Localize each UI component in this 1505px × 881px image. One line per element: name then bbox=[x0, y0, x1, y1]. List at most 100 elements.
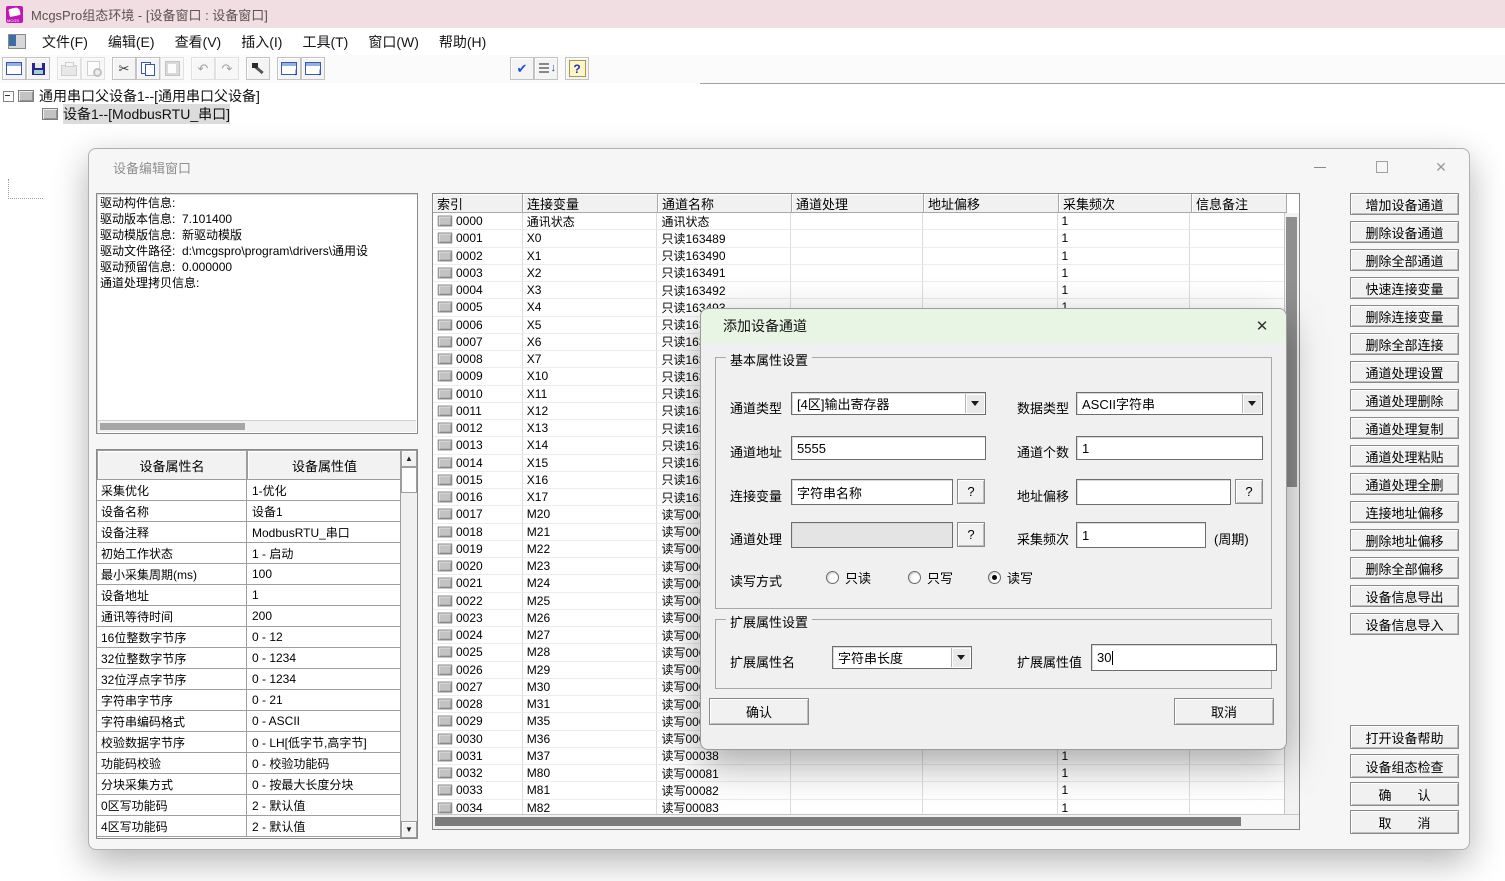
scroll-down-button[interactable]: ▼ bbox=[401, 821, 417, 838]
address-offset-help-button[interactable]: ? bbox=[1235, 479, 1263, 504]
confirm-button[interactable]: 确 认 bbox=[1350, 782, 1459, 806]
channel-row[interactable]: 0033M81读写000821 bbox=[433, 782, 1285, 799]
minimize-button[interactable] bbox=[1305, 155, 1335, 179]
property-value[interactable]: 200 bbox=[247, 609, 402, 623]
side-button-14[interactable]: 设备信息导出 bbox=[1350, 585, 1459, 607]
menu-item-4[interactable]: 工具(T) bbox=[292, 29, 358, 55]
channel-row[interactable]: 0031M37读写000381 bbox=[433, 748, 1285, 765]
channel-column-header[interactable]: 连接变量 bbox=[523, 194, 658, 213]
property-row[interactable]: 设备地址1 bbox=[97, 585, 402, 606]
maximize-button[interactable] bbox=[1367, 155, 1397, 179]
tree-item-label[interactable]: 通用串口父设备1--[通用串口父设备] bbox=[39, 86, 260, 106]
property-value[interactable]: 0 - LH[低字节,高字节] bbox=[247, 734, 402, 751]
chevron-down-icon[interactable] bbox=[1242, 394, 1261, 413]
copy-icon[interactable] bbox=[136, 57, 160, 80]
radio-selected-icon[interactable] bbox=[988, 571, 1001, 584]
scrollbar-thumb[interactable] bbox=[435, 817, 1241, 826]
dialog-close-icon[interactable]: ✕ bbox=[1252, 316, 1272, 336]
side-button-15[interactable]: 设备信息导入 bbox=[1350, 613, 1459, 635]
property-row[interactable]: 32位浮点字节序0 - 1234 bbox=[97, 669, 402, 690]
menu-item-1[interactable]: 编辑(E) bbox=[98, 29, 165, 55]
save-icon[interactable] bbox=[26, 57, 50, 80]
cut-icon[interactable]: ✂ bbox=[112, 57, 136, 80]
channel-process-help-button[interactable]: ? bbox=[957, 522, 985, 547]
channel-row[interactable]: 0001X0只读1634891 bbox=[433, 230, 1285, 247]
properties-vscrollbar[interactable]: ▲ ▼ bbox=[400, 450, 417, 838]
close-button[interactable]: ✕ bbox=[1426, 155, 1456, 179]
property-row[interactable]: 设备注释ModbusRTU_串口 bbox=[97, 522, 402, 543]
property-value[interactable]: 0 - ASCII bbox=[247, 714, 402, 728]
side-button-12[interactable]: 删除地址偏移 bbox=[1350, 529, 1459, 551]
side-button-10[interactable]: 通道处理全删 bbox=[1350, 473, 1459, 495]
side-button-8[interactable]: 通道处理复制 bbox=[1350, 417, 1459, 439]
address-offset-input[interactable] bbox=[1076, 479, 1231, 505]
property-value[interactable]: 1-优化 bbox=[247, 482, 402, 499]
channel-row[interactable]: 0002X1只读1634901 bbox=[433, 248, 1285, 265]
driver-info-hscrollbar[interactable] bbox=[98, 420, 416, 432]
property-value[interactable]: 2 - 默认值 bbox=[247, 797, 402, 814]
side-button-11[interactable]: 连接地址偏移 bbox=[1350, 501, 1459, 523]
window-export-icon[interactable] bbox=[301, 57, 325, 80]
side-button-0[interactable]: 增加设备通道 bbox=[1350, 193, 1459, 215]
sort-list-icon[interactable] bbox=[534, 57, 558, 80]
channel-row[interactable]: 0000通讯状态通讯状态1 bbox=[433, 213, 1285, 230]
property-row[interactable]: 字符串编码格式0 - ASCII bbox=[97, 711, 402, 732]
property-row[interactable]: 设备名称设备1 bbox=[97, 501, 402, 522]
channel-hscrollbar[interactable] bbox=[433, 814, 1299, 829]
child-window-icon[interactable] bbox=[8, 34, 26, 49]
radio-read-only[interactable]: 只读 bbox=[826, 568, 871, 587]
property-row[interactable]: 32位整数字节序0 - 1234 bbox=[97, 648, 402, 669]
property-value[interactable]: 0 - 21 bbox=[247, 693, 402, 707]
tree-item-parent-device[interactable]: 通用串口父设备1--[通用串口父设备] bbox=[3, 87, 260, 105]
device-config-check-button[interactable]: 设备组态检查 bbox=[1350, 754, 1459, 778]
side-button-3[interactable]: 快速连接变量 bbox=[1350, 277, 1459, 299]
dialog-cancel-button[interactable]: 取消 bbox=[1174, 698, 1274, 725]
side-button-1[interactable]: 删除设备通道 bbox=[1350, 221, 1459, 243]
channel-count-input[interactable]: 1 bbox=[1076, 436, 1263, 460]
channel-column-header[interactable]: 通道名称 bbox=[658, 194, 792, 213]
property-value[interactable]: 0 - 校验功能码 bbox=[247, 755, 402, 772]
channel-row[interactable]: 0004X3只读1634921 bbox=[433, 282, 1285, 299]
property-value[interactable]: 0 - 按最大长度分块 bbox=[247, 776, 402, 793]
property-row[interactable]: 分块采集方式0 - 按最大长度分块 bbox=[97, 774, 402, 795]
tools-icon[interactable] bbox=[246, 57, 270, 80]
scrollbar-thumb[interactable] bbox=[100, 423, 245, 430]
side-button-7[interactable]: 通道处理删除 bbox=[1350, 389, 1459, 411]
property-row[interactable]: 4区写功能码2 - 默认值 bbox=[97, 816, 402, 837]
side-button-4[interactable]: 删除连接变量 bbox=[1350, 305, 1459, 327]
channel-column-header[interactable]: 采集频次 bbox=[1059, 194, 1192, 213]
menu-item-3[interactable]: 插入(I) bbox=[231, 29, 292, 55]
property-row[interactable]: 0区写功能码2 - 默认值 bbox=[97, 795, 402, 816]
tree-item-label[interactable]: 设备1--[ModbusRTU_串口] bbox=[63, 104, 230, 124]
property-value[interactable]: 1 - 启动 bbox=[247, 545, 402, 562]
side-button-5[interactable]: 删除全部连接 bbox=[1350, 333, 1459, 355]
channel-column-header[interactable]: 索引 bbox=[433, 194, 523, 213]
property-value[interactable]: ModbusRTU_串口 bbox=[247, 524, 402, 541]
data-type-select[interactable]: ASCII字符串 bbox=[1076, 392, 1263, 415]
collect-freq-input[interactable]: 1 bbox=[1076, 522, 1206, 548]
scroll-up-button[interactable]: ▲ bbox=[401, 450, 417, 467]
property-value[interactable]: 2 - 默认值 bbox=[247, 818, 402, 835]
channel-type-select[interactable]: [4区]输出寄存器 bbox=[791, 392, 986, 415]
menu-item-2[interactable]: 查看(V) bbox=[165, 29, 232, 55]
side-button-9[interactable]: 通道处理粘贴 bbox=[1350, 445, 1459, 467]
channel-address-input[interactable]: 5555 bbox=[791, 436, 986, 460]
tree-collapse-icon[interactable] bbox=[3, 91, 14, 102]
channel-column-header[interactable]: 信息备注 bbox=[1192, 194, 1287, 213]
property-row[interactable]: 初始工作状态1 - 启动 bbox=[97, 543, 402, 564]
syntax-check-icon[interactable]: ✔ bbox=[510, 57, 534, 80]
link-variable-input[interactable]: 字符串名称 bbox=[791, 479, 953, 505]
property-row[interactable]: 字符串字节序0 - 21 bbox=[97, 690, 402, 711]
open-device-help-button[interactable]: 打开设备帮助 bbox=[1350, 725, 1459, 749]
channel-row[interactable]: 0032M80读写000811 bbox=[433, 765, 1285, 782]
property-value[interactable]: 0 - 12 bbox=[247, 630, 402, 644]
radio-icon[interactable] bbox=[826, 571, 839, 584]
property-value[interactable]: 100 bbox=[247, 567, 402, 581]
radio-icon[interactable] bbox=[908, 571, 921, 584]
side-button-13[interactable]: 删除全部偏移 bbox=[1350, 557, 1459, 579]
tree-item-device1[interactable]: 设备1--[ModbusRTU_串口] bbox=[42, 105, 230, 123]
channel-column-header[interactable]: 地址偏移 bbox=[924, 194, 1059, 213]
chevron-down-icon[interactable] bbox=[965, 394, 984, 413]
side-button-2[interactable]: 删除全部通道 bbox=[1350, 249, 1459, 271]
property-row[interactable]: 采集优化1-优化 bbox=[97, 480, 402, 501]
